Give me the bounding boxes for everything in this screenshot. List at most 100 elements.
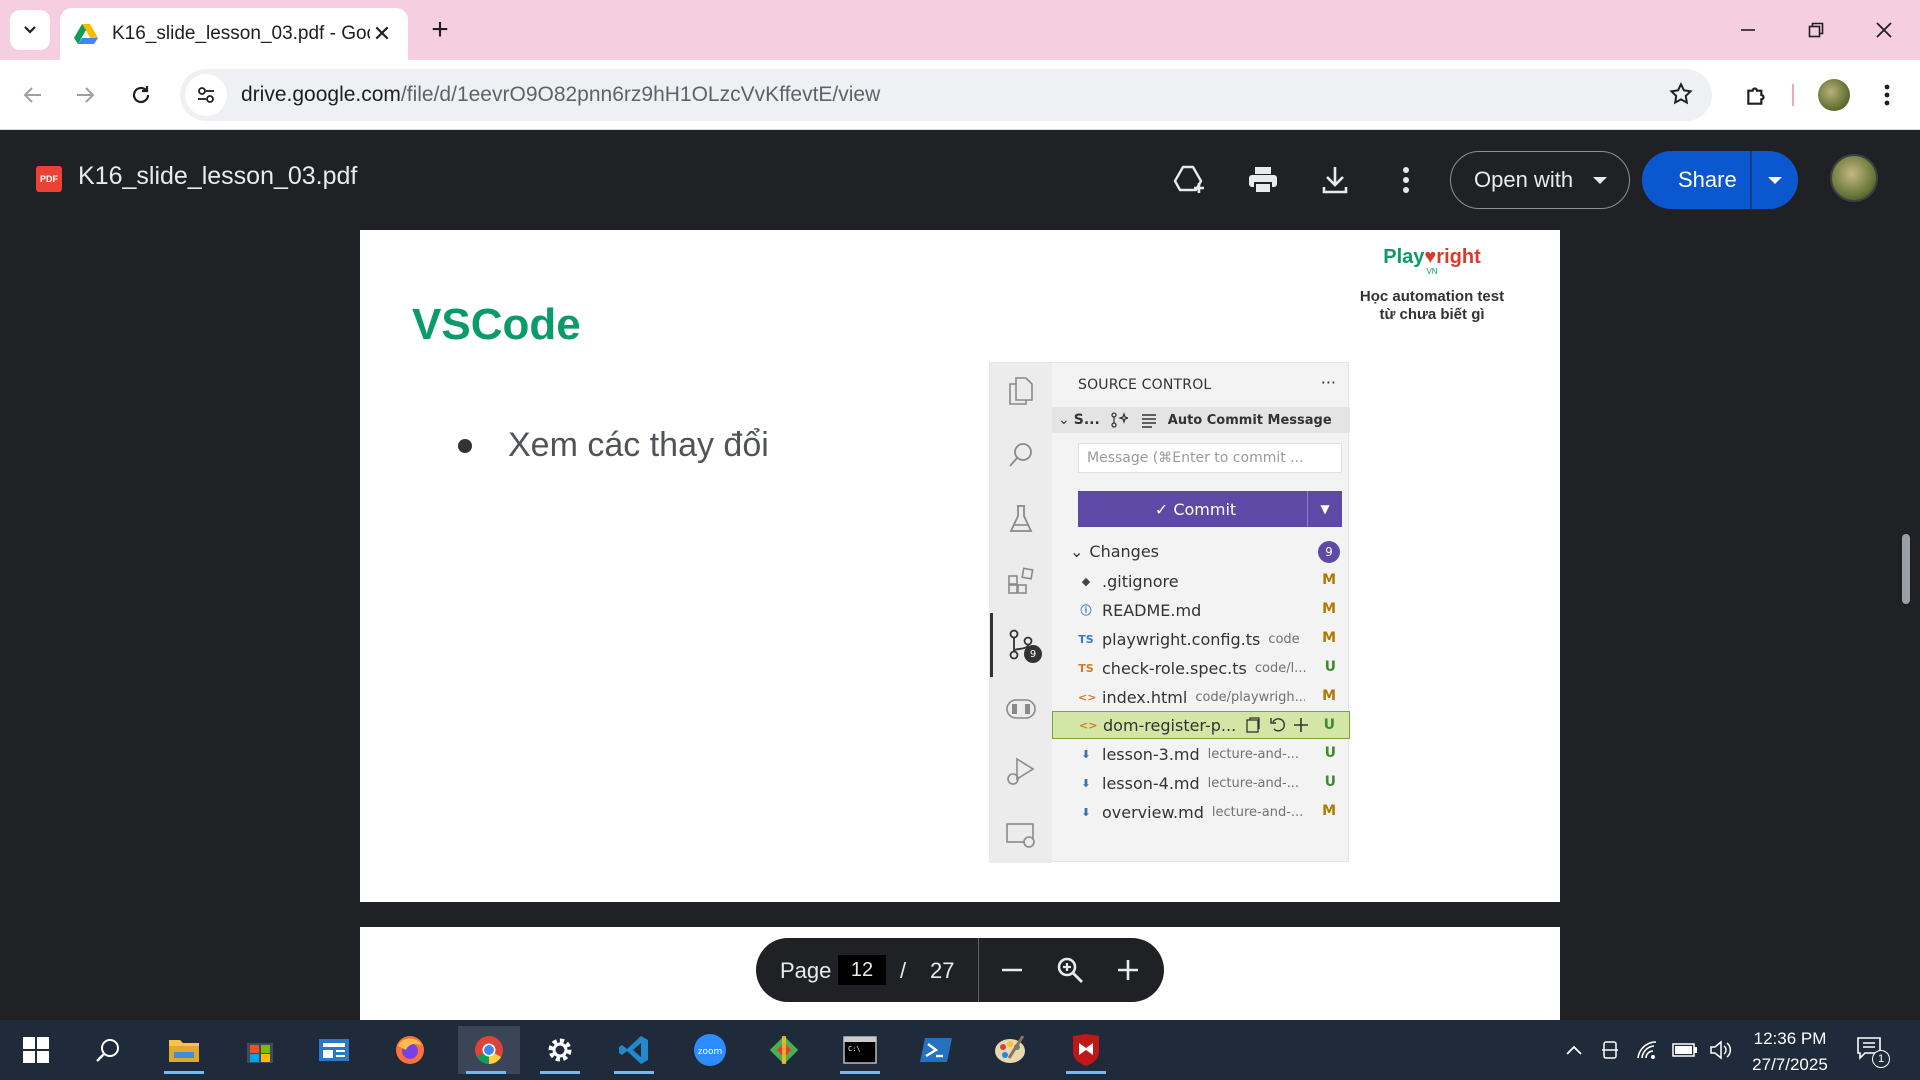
powershell-icon (920, 1038, 952, 1062)
close-tab-icon[interactable]: ✕ (370, 21, 394, 46)
minimize-button[interactable] (1720, 10, 1776, 50)
firefox-app[interactable] (382, 1026, 438, 1074)
file-name: lesson-3.md (1102, 744, 1200, 764)
print-icon (1249, 167, 1277, 194)
battery-tray-icon[interactable] (1670, 1038, 1700, 1062)
new-tab-button[interactable]: + (424, 13, 456, 46)
changed-file-row: ⬇ lesson-4.md lecture-and-... U (1052, 769, 1350, 797)
file-status: U (1324, 774, 1336, 790)
changed-file-row: ◆ .gitignore M (1052, 567, 1350, 595)
share-separator (1750, 151, 1752, 209)
running-indicator (466, 1071, 506, 1074)
slide-title: VSCode (412, 300, 581, 349)
extensions-button[interactable] (1738, 76, 1776, 114)
html-icon: <> (1079, 718, 1098, 732)
vscode-app[interactable] (606, 1026, 662, 1074)
print-button[interactable] (1243, 160, 1283, 200)
show-hidden-icons-button[interactable] (1562, 1038, 1586, 1062)
chrome-app[interactable] (458, 1026, 520, 1074)
add-to-drive-button[interactable] (1170, 160, 1210, 200)
info-icon: ⓘ (1080, 604, 1092, 617)
file-path: code/l... (1254, 660, 1307, 676)
reload-button[interactable] (122, 76, 160, 114)
url-path: /file/d/1eevrO9O82pnn6rz9hH1OLzcVvKffevt… (400, 83, 881, 106)
close-icon (1876, 22, 1892, 38)
start-button[interactable] (8, 1026, 64, 1074)
firefox-icon (396, 1036, 424, 1064)
more-vertical-icon (1403, 167, 1409, 193)
running-indicator (1066, 1071, 1106, 1074)
forward-button[interactable] (66, 76, 104, 114)
zoom-out-button[interactable] (994, 952, 1030, 988)
page-number-input[interactable] (838, 955, 886, 985)
reload-icon (132, 86, 150, 104)
typescript-icon: TS (1078, 661, 1094, 675)
open-with-button[interactable]: Open with (1450, 151, 1630, 209)
site-info-button[interactable] (185, 74, 227, 116)
back-button[interactable] (14, 76, 52, 114)
scrollbar-thumb[interactable] (1902, 534, 1910, 604)
zoom-button[interactable] (1052, 952, 1088, 988)
download-button[interactable] (1315, 160, 1355, 200)
microsoft-store-app[interactable] (232, 1026, 288, 1074)
changed-file-row: TS check-role.spec.ts code/l... U (1052, 654, 1350, 682)
notification-center-button[interactable]: 1 (1856, 1036, 1890, 1068)
more-icon: ··· (1320, 373, 1336, 392)
vscode-icon (619, 1036, 648, 1064)
bookmark-star-icon[interactable] (1668, 81, 1694, 107)
profile-avatar[interactable] (1818, 79, 1850, 111)
url-text: drive.google.com/file/d/1eevrO9O82pnn6rz… (241, 83, 880, 107)
news-app[interactable] (306, 1026, 362, 1074)
zoom-in-button[interactable] (1110, 952, 1146, 988)
page-controls: Page / 27 (756, 938, 1164, 1002)
svg-text:C:\: C:\ (848, 1045, 861, 1053)
logo-sub: VN (1426, 267, 1438, 276)
browser-tab[interactable]: K16_slide_lesson_03.pdf - Goog ✕ (60, 8, 408, 60)
close-window-button[interactable] (1856, 10, 1912, 50)
mcafee-app[interactable] (1058, 1026, 1114, 1074)
more-actions-button[interactable] (1386, 160, 1426, 200)
share-label: Share (1678, 167, 1737, 192)
terminal-app[interactable]: C:\ (832, 1026, 888, 1074)
chevron-up-icon (1566, 1045, 1582, 1055)
volume-tray-icon[interactable] (1708, 1038, 1734, 1062)
open-with-label: Open with (1474, 167, 1574, 192)
logo-left-text: Play (1383, 246, 1425, 268)
powershell-app[interactable] (908, 1026, 964, 1074)
markdown-icon: ⬇ (1081, 776, 1091, 790)
plus-icon (1118, 960, 1138, 980)
share-dropdown-icon[interactable] (1768, 177, 1782, 184)
zoom-app[interactable]: zoom (682, 1026, 738, 1074)
paint-app[interactable] (982, 1026, 1038, 1074)
address-bar[interactable]: drive.google.com/file/d/1eevrO9O82pnn6rz… (180, 69, 1712, 121)
discard-icon (1270, 718, 1286, 732)
git-client-app[interactable] (756, 1026, 812, 1074)
file-path: lecture-and-... (1211, 804, 1304, 820)
taskbar-clock[interactable]: 12:36 PM 27/7/2025 (1740, 1026, 1840, 1078)
gitignore-icon: ◆ (1081, 574, 1091, 588)
share-button[interactable]: Share (1642, 151, 1798, 209)
file-explorer-app[interactable] (156, 1026, 212, 1074)
active-indicator (990, 613, 993, 677)
chevron-down-icon: ⌄ (1070, 541, 1084, 561)
source-control-heading: SOURCE CONTROL (1078, 377, 1212, 393)
page-total: 27 (930, 958, 955, 983)
tab-search-button[interactable] (10, 10, 50, 50)
chrome-menu-button[interactable] (1868, 76, 1906, 114)
device-tray-icon[interactable] (1598, 1038, 1622, 1062)
playwright-vn-logo: Play♥right VN Học automation test từ chư… (1342, 246, 1522, 324)
explorer-icon (1005, 375, 1037, 407)
clock-date: 27/7/2025 (1752, 1055, 1828, 1074)
caret-down-icon (1593, 177, 1607, 184)
search-taskbar-button[interactable] (80, 1026, 136, 1074)
changed-file-row-selected: <> dom-register-p... U (1052, 711, 1350, 739)
tagline-line-2: từ chưa biết gì (1379, 306, 1485, 323)
file-name: dom-register-p... (1103, 715, 1237, 735)
restore-button[interactable] (1788, 10, 1844, 50)
settings-app[interactable] (532, 1026, 588, 1074)
changes-header: ⌄ Changes 9 (1070, 539, 1346, 563)
account-avatar[interactable] (1830, 154, 1878, 202)
device-icon (1602, 1041, 1618, 1059)
changed-file-row: ⓘ README.md M (1052, 596, 1350, 624)
network-tray-icon[interactable] (1634, 1038, 1660, 1062)
